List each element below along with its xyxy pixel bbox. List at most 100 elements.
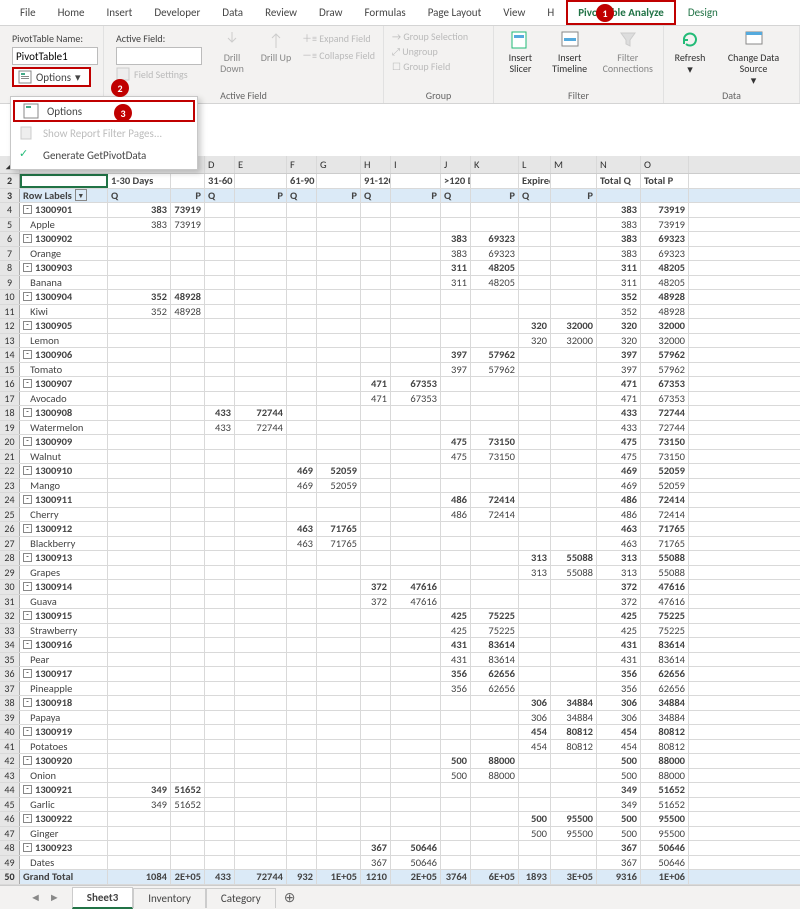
- col-H[interactable]: H: [361, 156, 391, 173]
- row-label[interactable]: Blackberry: [20, 537, 108, 551]
- collapse-icon[interactable]: -: [23, 292, 32, 301]
- tab-data[interactable]: Data: [212, 2, 253, 23]
- col-E[interactable]: E: [235, 156, 287, 173]
- collapse-icon[interactable]: -: [23, 263, 32, 272]
- active-field-input[interactable]: [116, 47, 202, 65]
- row-label[interactable]: -1300909: [20, 435, 108, 449]
- row-label[interactable]: -1300904: [20, 290, 108, 304]
- collapse-icon[interactable]: -: [23, 785, 32, 794]
- tab-page-layout[interactable]: Page Layout: [418, 2, 492, 23]
- row-label[interactable]: -1300916: [20, 638, 108, 652]
- collapse-icon[interactable]: -: [23, 205, 32, 214]
- expand-field-button[interactable]: ＋≡ Expand Field: [300, 30, 377, 45]
- row-label[interactable]: -1300908: [20, 406, 108, 420]
- col-L[interactable]: L: [519, 156, 551, 173]
- col-I[interactable]: I: [391, 156, 441, 173]
- row-label[interactable]: -1300910: [20, 464, 108, 478]
- tab-developer[interactable]: Developer: [144, 2, 210, 23]
- collapse-icon[interactable]: -: [23, 379, 32, 388]
- row-label[interactable]: -1300923: [20, 841, 108, 855]
- sheet-nav-prev[interactable]: ◄: [30, 891, 41, 904]
- pivottable-name-input[interactable]: [12, 47, 98, 65]
- collapse-icon[interactable]: -: [23, 582, 32, 591]
- sheet-tab-category[interactable]: Category: [206, 888, 276, 908]
- selected-cell[interactable]: [20, 174, 108, 188]
- row-label[interactable]: Grapes: [20, 566, 108, 580]
- tab-home[interactable]: Home: [48, 2, 95, 23]
- row-label[interactable]: Ginger: [20, 827, 108, 841]
- col-D[interactable]: D: [205, 156, 235, 173]
- row-label[interactable]: Strawberry: [20, 624, 108, 638]
- row-label[interactable]: -1300921: [20, 783, 108, 797]
- row-label[interactable]: Dates: [20, 856, 108, 870]
- collapse-field-button[interactable]: －≡ Collapse Field: [300, 47, 377, 62]
- collapse-icon[interactable]: -: [23, 321, 32, 330]
- collapse-icon[interactable]: -: [23, 698, 32, 707]
- pivot-grid[interactable]: 2 1-30 Days 31-60 Days 61-90 Days 91-120…: [0, 174, 800, 885]
- tab-design[interactable]: Design: [678, 2, 728, 23]
- col-M[interactable]: M: [551, 156, 597, 173]
- collapse-icon[interactable]: -: [23, 408, 32, 417]
- row-label[interactable]: -1300902: [20, 232, 108, 246]
- row-label[interactable]: Cherry: [20, 508, 108, 522]
- tab-formulas[interactable]: Formulas: [354, 2, 415, 23]
- collapse-icon[interactable]: -: [23, 524, 32, 533]
- collapse-icon[interactable]: -: [23, 814, 32, 823]
- row-label[interactable]: Lemon: [20, 334, 108, 348]
- row-label[interactable]: Garlic: [20, 798, 108, 812]
- col-F[interactable]: F: [287, 156, 317, 173]
- row-label[interactable]: -1300917: [20, 667, 108, 681]
- group-field-button[interactable]: ☐ Group Field: [390, 60, 487, 73]
- row-label[interactable]: -1300913: [20, 551, 108, 565]
- row-label[interactable]: -1300915: [20, 609, 108, 623]
- field-settings-button[interactable]: Field Settings: [116, 67, 202, 81]
- sheet-nav-next[interactable]: ►: [49, 891, 60, 904]
- row-label[interactable]: Potatoes: [20, 740, 108, 754]
- tab-review[interactable]: Review: [255, 2, 307, 23]
- col-N[interactable]: N: [597, 156, 641, 173]
- collapse-icon[interactable]: -: [23, 466, 32, 475]
- tab-draw[interactable]: Draw: [309, 2, 352, 23]
- group-selection-button[interactable]: → Group Selection: [390, 30, 487, 43]
- row-label[interactable]: Apple: [20, 218, 108, 232]
- collapse-icon[interactable]: -: [23, 669, 32, 678]
- row-label[interactable]: Pineapple: [20, 682, 108, 696]
- collapse-icon[interactable]: -: [23, 495, 32, 504]
- tab-pivottable-analyze[interactable]: PivotTable Analyze: [566, 0, 676, 25]
- menu-generate-getpivotdata[interactable]: ✓ Generate GetPivotData: [11, 144, 197, 166]
- row-label[interactable]: Orange: [20, 247, 108, 261]
- row-label[interactable]: Watermelon: [20, 421, 108, 435]
- row-label[interactable]: -1300912: [20, 522, 108, 536]
- tab-help[interactable]: H: [537, 2, 564, 23]
- collapse-icon[interactable]: -: [23, 437, 32, 446]
- col-G[interactable]: G: [317, 156, 361, 173]
- row-label[interactable]: Tomato: [20, 363, 108, 377]
- tab-view[interactable]: View: [493, 2, 535, 23]
- collapse-icon[interactable]: -: [23, 234, 32, 243]
- menu-options[interactable]: Options: [13, 100, 195, 122]
- collapse-icon[interactable]: -: [23, 640, 32, 649]
- row-label[interactable]: Onion: [20, 769, 108, 783]
- row-label[interactable]: Papaya: [20, 711, 108, 725]
- row-label[interactable]: Walnut: [20, 450, 108, 464]
- row-label[interactable]: -1300920: [20, 754, 108, 768]
- row-label[interactable]: Mango: [20, 479, 108, 493]
- collapse-icon[interactable]: -: [23, 756, 32, 765]
- sheet-tab-sheet3[interactable]: Sheet3: [72, 887, 134, 909]
- options-button[interactable]: Options ▾: [12, 67, 91, 87]
- row-label[interactable]: -1300906: [20, 348, 108, 362]
- row-label[interactable]: -1300919: [20, 725, 108, 739]
- row-label[interactable]: Guava: [20, 595, 108, 609]
- row-label[interactable]: -1300901: [20, 203, 108, 217]
- collapse-icon[interactable]: -: [23, 350, 32, 359]
- collapse-icon[interactable]: -: [23, 611, 32, 620]
- sheet-tab-inventory[interactable]: Inventory: [133, 888, 206, 908]
- collapse-icon[interactable]: -: [23, 553, 32, 562]
- row-label[interactable]: Pear: [20, 653, 108, 667]
- row-label[interactable]: -1300905: [20, 319, 108, 333]
- row-label[interactable]: -1300911: [20, 493, 108, 507]
- tab-file[interactable]: File: [10, 2, 46, 23]
- tab-insert[interactable]: Insert: [97, 2, 143, 23]
- col-J[interactable]: J: [441, 156, 471, 173]
- row-label[interactable]: Banana: [20, 276, 108, 290]
